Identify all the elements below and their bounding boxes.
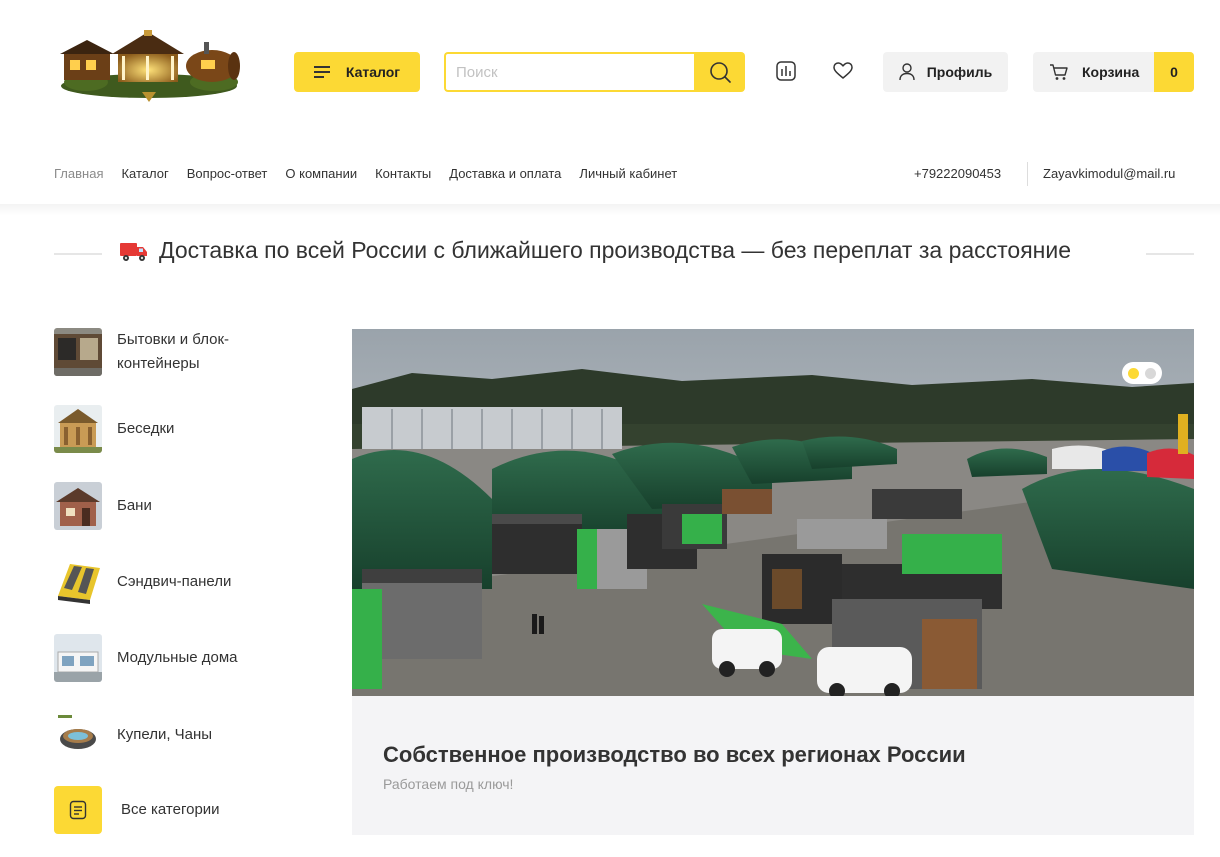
search-icon [709, 62, 731, 83]
slider-dot-1[interactable] [1128, 367, 1139, 379]
search-input[interactable] [444, 52, 694, 92]
burger-menu-icon [313, 66, 330, 78]
nav-link-about[interactable]: О компании [285, 166, 357, 181]
category-label: Бытовки и блок-контейнеры [117, 331, 230, 372]
heart-icon [833, 62, 853, 79]
cart-count-badge: 0 [1154, 52, 1194, 92]
modular-house-thumb [54, 634, 102, 682]
cabin-container-thumb [54, 328, 102, 376]
category-item-modular-houses[interactable]: Модульные дома [54, 634, 287, 682]
compare-chart-icon [776, 61, 796, 81]
hot-tub-thumb [54, 711, 102, 759]
category-item-saunas[interactable]: Бани [54, 482, 287, 530]
nav-link-delivery[interactable]: Доставка и оплата [449, 166, 561, 181]
profile-button-label: Профиль [926, 64, 993, 80]
nav-link-faq[interactable]: Вопрос-ответ [187, 166, 268, 181]
category-label: Купели, Чаны [117, 726, 213, 743]
cart-button-label: Корзина [1082, 64, 1140, 80]
list-document-icon [54, 786, 102, 834]
profile-button[interactable]: Профиль [883, 52, 1008, 92]
cart-icon [1050, 64, 1068, 80]
category-label: Модульные дома [117, 649, 238, 666]
search-button[interactable] [694, 52, 745, 92]
category-label: Сэндвич-панели [117, 573, 232, 590]
site-header: Каталог Профиль [0, 0, 1220, 140]
delivery-banner-text: Доставка по всей России с ближайшего про… [159, 237, 1072, 263]
email-link[interactable]: Zayavkimodul@mail.ru [1043, 166, 1175, 181]
delivery-truck-icon [120, 242, 147, 261]
bathhouse-thumb [54, 482, 102, 530]
category-item-cabins[interactable]: Бытовки и блок-контейнеры [54, 328, 287, 376]
nav-shadow [0, 204, 1220, 216]
nav-link-contacts[interactable]: Контакты [375, 166, 431, 181]
slider-pagination [1122, 362, 1162, 384]
category-item-gazebos[interactable]: Беседки [54, 405, 287, 453]
gazebo-thumb [54, 405, 102, 453]
slide-title: Собственное производство во всех региона… [383, 742, 966, 767]
all-categories-link[interactable]: Все категории [54, 786, 291, 834]
cart-button[interactable]: Корзина 0 [1033, 52, 1194, 92]
main-nav: Главная Каталог Вопрос-ответ О компании … [0, 150, 1220, 204]
nav-divider [1027, 162, 1028, 186]
compare-button[interactable] [773, 58, 799, 84]
all-categories-label: Все категории [121, 801, 220, 818]
nav-link-account[interactable]: Личный кабинет [579, 166, 677, 181]
banner-line-right [1146, 253, 1194, 255]
nav-links: Главная Каталог Вопрос-ответ О компании … [54, 166, 677, 181]
slider-dot-2[interactable] [1145, 367, 1156, 379]
category-item-sandwich-panels[interactable]: Сэндвич-панели [54, 558, 287, 606]
slide-subtitle: Работаем под ключ! [383, 776, 514, 792]
favorites-button[interactable] [830, 58, 856, 84]
category-item-hot-tubs[interactable]: Купели, Чаны [54, 711, 287, 759]
user-icon [899, 63, 915, 81]
production-yard-photo [352, 329, 1194, 696]
catalog-button-label: Каталог [345, 64, 401, 80]
category-label: Беседки [117, 420, 175, 437]
banner-line-left [54, 253, 102, 255]
sandwich-panel-thumb [54, 558, 102, 606]
category-label: Бани [117, 497, 152, 514]
catalog-button[interactable]: Каталог [294, 52, 420, 92]
nav-link-catalog[interactable]: Каталог [121, 166, 168, 181]
phone-link[interactable]: +79222090453 [914, 166, 1001, 181]
site-logo[interactable] [56, 30, 242, 102]
search-bar [444, 52, 745, 92]
nav-link-home[interactable]: Главная [54, 166, 103, 181]
delivery-banner: Доставка по всей России с ближайшего про… [54, 234, 1194, 274]
hero-slider: Собственное производство во всех региона… [352, 329, 1194, 835]
